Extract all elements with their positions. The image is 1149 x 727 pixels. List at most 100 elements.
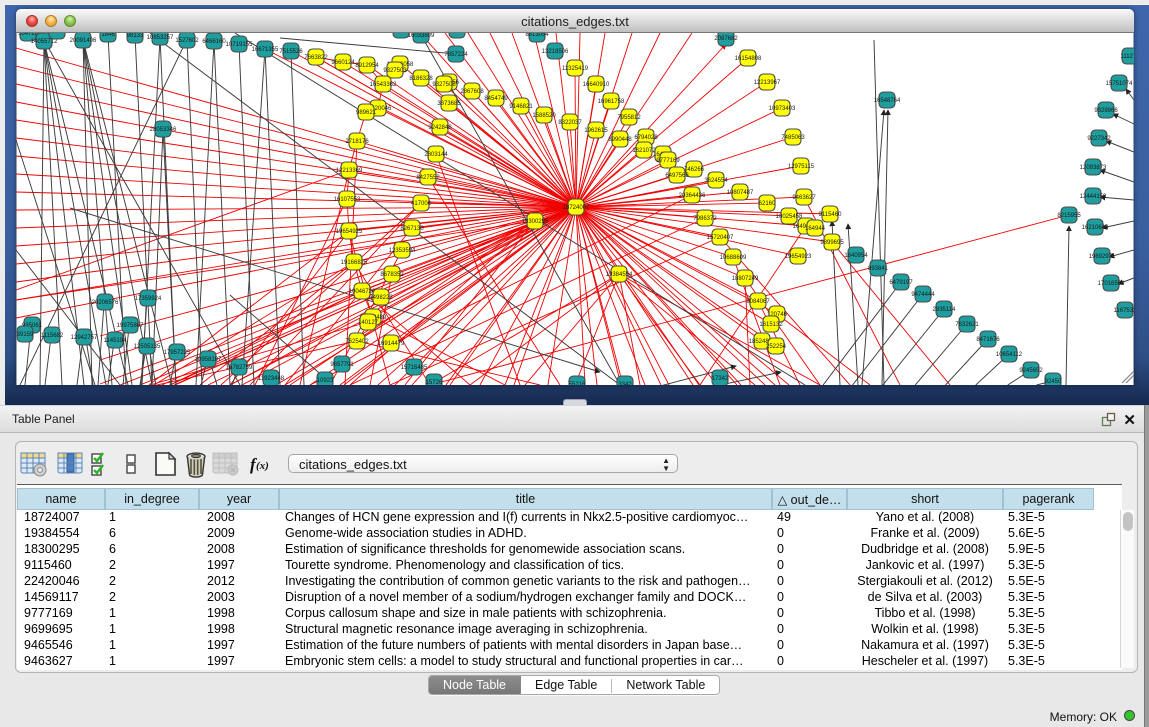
- svg-text:8267130: 8267130: [400, 226, 424, 232]
- svg-text:205: 205: [52, 33, 63, 35]
- svg-text:8427552: 8427552: [416, 175, 440, 181]
- svg-text:10688609: 10688609: [720, 255, 747, 261]
- svg-text:20364436: 20364436: [679, 193, 706, 199]
- svg-text:19654923: 19654923: [785, 254, 812, 260]
- svg-text:1167533: 1167533: [1114, 308, 1134, 314]
- svg-text:15716485: 15716485: [401, 365, 428, 371]
- svg-text:15726: 15726: [426, 380, 443, 385]
- svg-text:18300295: 18300295: [522, 219, 549, 225]
- svg-text:15720407: 15720407: [707, 235, 734, 241]
- svg-text:1640954: 1640954: [844, 253, 868, 259]
- svg-text:7857224: 7857224: [444, 52, 468, 58]
- svg-text:1145194: 1145194: [104, 338, 128, 344]
- svg-text:3873685: 3873685: [437, 101, 461, 107]
- svg-text:9899695: 9899695: [820, 240, 844, 246]
- svg-text:7632621: 7632621: [955, 322, 979, 328]
- svg-text:2087682: 2087682: [714, 36, 738, 42]
- svg-text:7955812: 7955812: [617, 115, 641, 121]
- svg-text:9657791: 9657791: [330, 362, 354, 368]
- svg-text:2718176: 2718176: [345, 139, 369, 145]
- svg-text:16640910: 16640910: [583, 82, 610, 88]
- svg-text:1962615: 1962615: [584, 128, 608, 134]
- svg-text:10853257: 10853257: [147, 35, 174, 41]
- svg-text:111273: 111273: [1120, 54, 1134, 60]
- svg-text:3624554: 3624554: [704, 178, 728, 184]
- svg-text:16548764: 16548764: [874, 98, 901, 104]
- svg-text:9084067: 9084067: [746, 299, 770, 305]
- svg-text:1615132: 1615132: [759, 322, 783, 328]
- svg-text:17359924: 17359924: [135, 296, 162, 302]
- svg-text:12505135: 12505135: [134, 344, 161, 350]
- svg-text:8471676: 8471676: [976, 337, 1000, 343]
- svg-text:7663822: 7663822: [304, 55, 328, 61]
- svg-text:9474444: 9474444: [911, 292, 935, 298]
- svg-text:7515526: 7515526: [279, 49, 303, 55]
- svg-text:18807249: 18807249: [732, 276, 759, 282]
- svg-text:92450: 92450: [1045, 379, 1062, 385]
- svg-text:15751074: 15751074: [1106, 81, 1133, 87]
- svg-text:7986372: 7986372: [693, 216, 717, 222]
- svg-text:8322037: 8322037: [558, 120, 582, 126]
- svg-text:8133: 8133: [450, 33, 464, 34]
- svg-text:12942757: 12942757: [71, 335, 98, 341]
- svg-text:1588520: 1588520: [532, 113, 556, 119]
- svg-text:9242848: 9242848: [428, 125, 452, 131]
- svg-text:19166825: 19166825: [341, 260, 368, 266]
- svg-text:16033809: 16033809: [408, 33, 435, 39]
- svg-text:6497568: 6497568: [665, 173, 689, 179]
- svg-text:9327503: 9327503: [383, 68, 407, 74]
- svg-text:20091406: 20091406: [70, 38, 97, 44]
- svg-text:16210643: 16210643: [1082, 225, 1109, 231]
- svg-text:55216: 55216: [569, 382, 586, 385]
- svg-text:252254: 252254: [766, 344, 787, 350]
- svg-text:12093873: 12093873: [1080, 165, 1107, 171]
- svg-text:8186328: 8186328: [409, 76, 433, 82]
- svg-text:7625402: 7625402: [345, 339, 369, 345]
- svg-text:16671355: 16671355: [252, 47, 279, 53]
- svg-text:7485063: 7485063: [781, 135, 805, 141]
- svg-text:9227342: 9227342: [1087, 136, 1111, 142]
- svg-text:3342: 3342: [618, 382, 632, 385]
- svg-text:10923: 10923: [317, 378, 334, 384]
- svg-text:9245652: 9245652: [1019, 368, 1043, 374]
- svg-text:10973403: 10973403: [769, 106, 796, 112]
- svg-text:11923448: 11923448: [258, 376, 285, 382]
- svg-text:19975867: 19975867: [117, 323, 144, 329]
- svg-text:16154808: 16154808: [735, 56, 762, 62]
- svg-text:3498222: 3498222: [369, 295, 393, 301]
- svg-text:6466160: 6466160: [202, 39, 226, 45]
- svg-text:17016504: 17016504: [1098, 281, 1125, 287]
- svg-text:164944: 164944: [805, 226, 826, 232]
- svg-text:28053346: 28053346: [150, 127, 177, 133]
- svg-text:8813054: 8813054: [525, 33, 549, 38]
- svg-text:9660124: 9660124: [331, 60, 355, 66]
- svg-text:2935114: 2935114: [933, 307, 957, 313]
- svg-text:12213369: 12213369: [336, 168, 363, 174]
- svg-text:98133: 98133: [127, 33, 144, 39]
- svg-text:10654112: 10654112: [996, 352, 1023, 358]
- svg-text:8215955: 8215955: [1057, 213, 1081, 219]
- svg-text:9463627: 9463627: [792, 195, 816, 201]
- svg-text:989621: 989621: [356, 110, 377, 116]
- svg-text:9327508: 9327508: [432, 82, 456, 88]
- svg-text:9777169: 9777169: [656, 158, 680, 164]
- svg-text:16961758: 16961758: [598, 99, 625, 105]
- svg-text:10719155: 10719155: [226, 42, 253, 48]
- svg-text:39159: 39159: [17, 332, 34, 338]
- svg-text:12444158: 12444158: [1080, 194, 1107, 200]
- svg-text:8678352: 8678352: [380, 272, 404, 278]
- svg-text:14055712: 14055712: [31, 39, 58, 45]
- svg-text:19654925: 19654925: [336, 229, 363, 235]
- svg-text:16914479: 16914479: [378, 341, 405, 347]
- svg-text:10807487: 10807487: [727, 190, 754, 196]
- svg-text:6479197: 6479197: [889, 280, 913, 286]
- svg-text:1527602: 1527602: [175, 38, 199, 44]
- svg-text:(x): (x): [256, 460, 269, 472]
- svg-text:10958187: 10958187: [195, 357, 222, 363]
- svg-text:17957225: 17957225: [164, 350, 191, 356]
- svg-text:13218506: 13218506: [542, 49, 569, 55]
- svg-text:20206576: 20206576: [92, 300, 119, 306]
- svg-text:16543362: 16543362: [370, 82, 397, 88]
- svg-text:8454749: 8454749: [484, 96, 508, 102]
- svg-text:9146821: 9146821: [509, 104, 533, 110]
